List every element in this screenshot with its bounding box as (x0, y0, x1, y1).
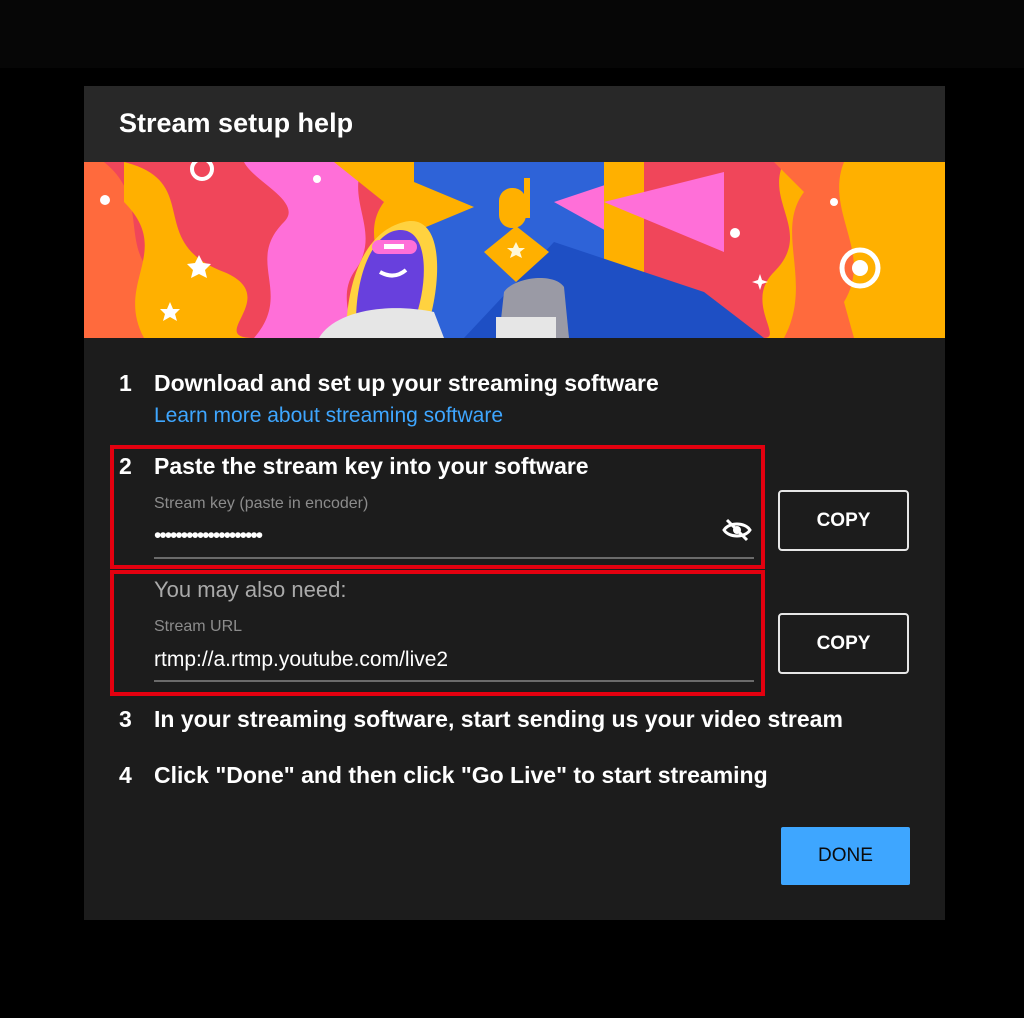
copy-stream-key-button[interactable]: COPY (778, 490, 909, 551)
step-4-number: 4 (119, 762, 132, 788)
stream-key-highlight (110, 445, 765, 569)
dialog-title: Stream setup help (119, 108, 354, 138)
backdrop (0, 0, 1024, 68)
done-button[interactable]: DONE (781, 827, 910, 885)
step-3-text: In your streaming software, start sendin… (154, 706, 843, 732)
stream-key-illustration (84, 162, 945, 338)
dialog-header: Stream setup help (84, 86, 945, 162)
step-1-text: Download and set up your streaming softw… (154, 370, 659, 396)
copy-stream-url-button[interactable]: COPY (778, 613, 909, 674)
stream-setup-dialog: Stream setup help 1 Download and set up … (84, 86, 945, 920)
step-4-text: Click "Done" and then click "Go Live" to… (154, 762, 768, 788)
step-3-number: 3 (119, 706, 132, 732)
step-1-number: 1 (119, 370, 132, 396)
stream-url-highlight (110, 570, 765, 696)
learn-more-link[interactable]: Learn more about streaming software (154, 404, 503, 428)
